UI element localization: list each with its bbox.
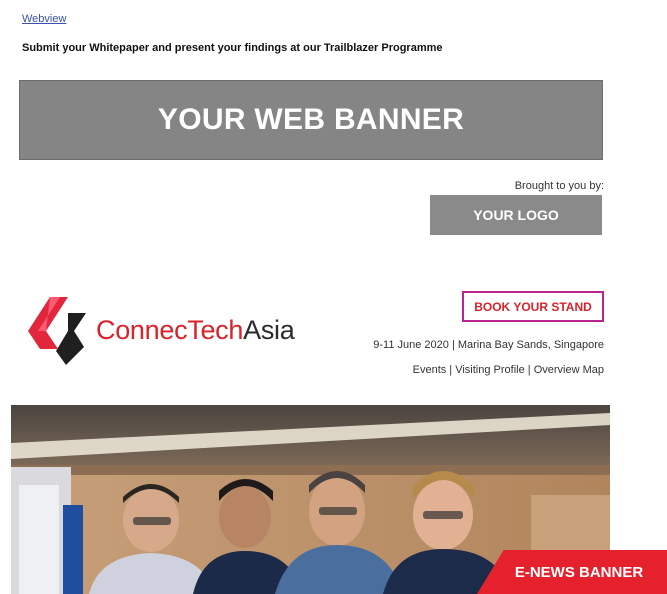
event-nav-links[interactable]: Events | Visiting Profile | Overview Map [413,364,604,376]
webview-link[interactable]: Webview [22,13,66,25]
book-your-stand-button[interactable]: BOOK YOUR STAND [462,291,604,322]
brought-to-you-by-text: Brought to you by: [514,180,604,192]
web-banner-label: YOUR WEB BANNER [157,103,465,136]
sponsor-logo-placeholder[interactable]: YOUR LOGO [430,195,602,235]
event-details: 9-11 June 2020 | Marina Bay Sands, Singa… [373,339,604,351]
email-subject: Submit your Whitepaper and present your … [22,42,443,54]
brand-name-first: ConnecTech [96,314,244,345]
book-your-stand-label: BOOK YOUR STAND [474,299,592,314]
brand-name-second: Asia [243,314,295,345]
web-banner[interactable]: YOUR WEB BANNER [19,80,603,160]
sponsor-logo-label: YOUR LOGO [473,207,559,223]
e-news-banner-tag: E-NEWS BANNER [477,550,667,594]
brand-name: ConnecTechAsia [96,314,295,346]
connectech-asia-logo-icon [28,297,86,365]
e-news-banner-label: E-NEWS BANNER [514,563,644,581]
brand-logo[interactable]: ConnecTechAsia [28,295,295,365]
